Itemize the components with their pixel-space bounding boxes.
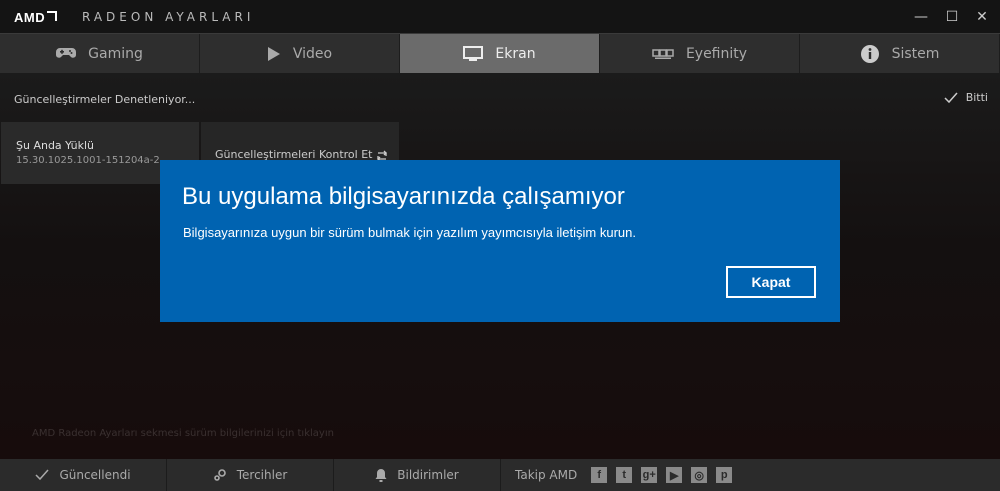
updated-button[interactable]: Güncellendi <box>0 459 167 491</box>
bell-icon <box>375 468 387 482</box>
follow-label: Takip AMD <box>515 468 578 482</box>
twitter-icon[interactable]: t <box>616 467 633 483</box>
monitor-icon <box>463 46 484 62</box>
installed-label: Şu Anda Yüklü <box>16 139 94 152</box>
multi-display-icon <box>652 48 674 60</box>
dialog-message: Bilgisayarınıza uygun bir sürüm bulmak i… <box>183 225 636 240</box>
play-icon <box>267 46 281 62</box>
minimize-button[interactable]: — <box>910 7 932 27</box>
gamepad-icon <box>56 47 77 61</box>
tab-video[interactable]: Video <box>200 34 400 74</box>
gears-icon <box>213 468 227 482</box>
done-status: Bitti <box>944 91 988 104</box>
close-button[interactable]: ✕ <box>971 7 993 27</box>
info-icon <box>860 44 880 64</box>
tab-ekran[interactable]: Ekran <box>400 34 600 74</box>
youtube-icon[interactable]: ▶ <box>666 467 683 483</box>
tab-gaming[interactable]: Gaming <box>0 34 200 74</box>
maximize-button[interactable]: ☐ <box>941 7 963 27</box>
background-hint-text: AMD Radeon Ayarları sekmesi sürüm bilgil… <box>32 428 334 439</box>
tab-sistem[interactable]: Sistem <box>800 34 1000 74</box>
notifications-button[interactable]: Bildirimler <box>334 459 501 491</box>
update-status: Güncelleştirmeler Denetleniyor... <box>14 93 196 106</box>
app-title: RADEON AYARLARI <box>82 10 255 24</box>
check-icon <box>944 92 958 104</box>
pinterest-icon[interactable]: p <box>716 467 733 483</box>
amd-logo: AMD <box>14 10 58 25</box>
installed-version: 15.30.1025.1001-151204a-2... <box>16 155 170 166</box>
bottom-bar: Güncellendi Tercihler Bildirimler Takip … <box>0 459 1000 491</box>
check-icon <box>35 469 49 481</box>
facebook-icon[interactable]: f <box>591 467 608 483</box>
error-dialog: Bu uygulama bilgisayarınızda çalışamıyor… <box>160 160 840 322</box>
title-bar: AMD RADEON AYARLARI — ☐ ✕ <box>0 0 1000 33</box>
instagram-icon[interactable]: ◎ <box>691 467 708 483</box>
tab-eyefinity[interactable]: Eyefinity <box>600 34 800 74</box>
google-plus-icon[interactable]: g+ <box>641 467 658 483</box>
dialog-title: Bu uygulama bilgisayarınızda çalışamıyor <box>182 183 625 210</box>
close-dialog-button[interactable]: Kapat <box>726 266 816 298</box>
main-tabs: Gaming Video Ekran Eyefinity Sistem <box>0 33 1000 74</box>
social-links: Takip AMD f t g+ ▶ ◎ p <box>501 459 741 491</box>
preferences-button[interactable]: Tercihler <box>167 459 334 491</box>
